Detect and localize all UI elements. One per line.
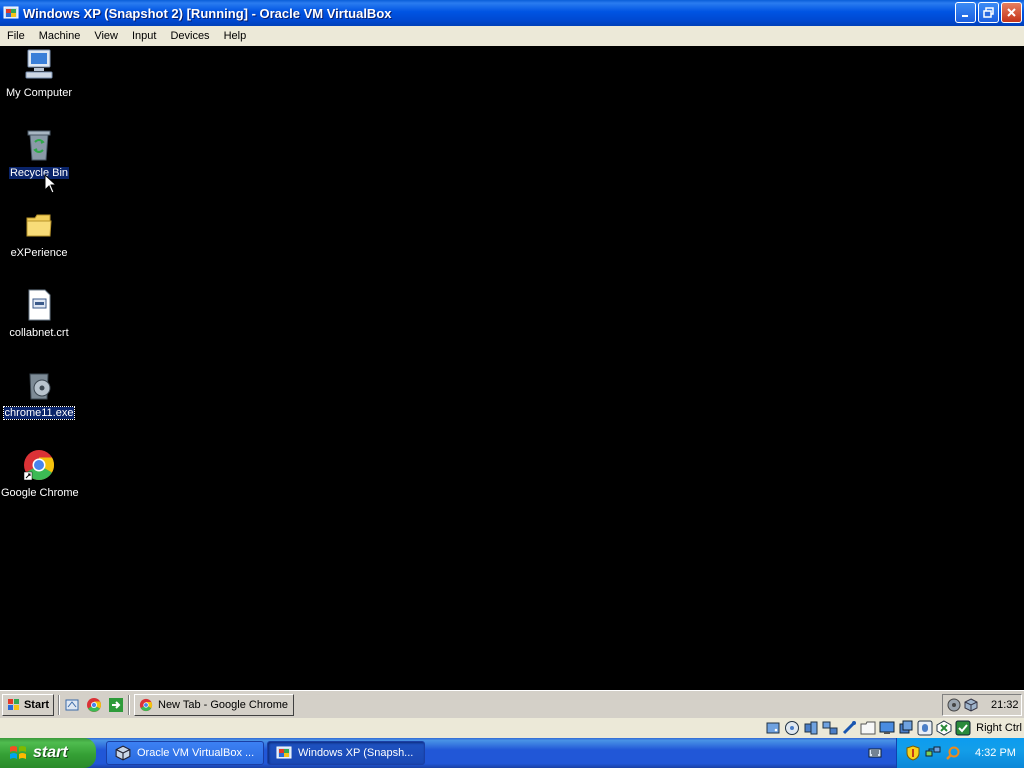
window-titlebar[interactable]: Windows XP (Snapshot 2) [Running] - Orac… bbox=[0, 0, 1024, 26]
host-start-button[interactable]: start bbox=[0, 738, 96, 768]
desktop-icon-recycle-bin[interactable]: Recycle Bin bbox=[0, 128, 78, 179]
guest-start-button[interactable]: Start bbox=[2, 693, 54, 716]
security-shield-icon[interactable] bbox=[905, 745, 921, 761]
desktop-icon-my-computer[interactable]: My Computer bbox=[0, 48, 78, 99]
desktop-icon-label: chrome11.exe bbox=[2, 406, 76, 420]
desktop-icon-label: Recycle Bin bbox=[8, 167, 70, 179]
restore-icon bbox=[983, 7, 994, 18]
network-icon[interactable] bbox=[925, 745, 941, 761]
close-icon bbox=[1007, 8, 1016, 17]
windows-logo-icon bbox=[10, 746, 26, 759]
folder-icon bbox=[26, 214, 52, 237]
mouse-pointer-icon bbox=[44, 174, 58, 194]
quick-launch bbox=[64, 697, 124, 713]
display-icon[interactable] bbox=[879, 720, 895, 736]
windows-logo-icon bbox=[7, 698, 19, 710]
virtualbox-vm-icon bbox=[3, 6, 19, 19]
host-task-windows-xp-vm[interactable]: Windows XP (Snapsh... bbox=[267, 741, 425, 765]
vm-status-bar: Right Ctrl bbox=[0, 718, 1024, 738]
close-button[interactable] bbox=[1001, 2, 1022, 23]
show-desktop-icon[interactable] bbox=[64, 697, 80, 713]
host-task-virtualbox-manager[interactable]: Oracle VM VirtualBox ... bbox=[106, 741, 264, 765]
chrome-icon bbox=[23, 450, 55, 481]
installer-icon bbox=[29, 373, 51, 400]
host-task-label: Oracle VM VirtualBox ... bbox=[137, 747, 255, 759]
windows-xp-icon bbox=[276, 746, 292, 759]
menubar: File Machine View Input Devices Help bbox=[0, 26, 1024, 46]
desktop-icon-label: eXPerience bbox=[10, 247, 68, 259]
minimize-icon bbox=[962, 15, 968, 17]
separator bbox=[128, 694, 130, 715]
network-icon[interactable] bbox=[947, 698, 961, 712]
menu-help[interactable]: Help bbox=[217, 30, 254, 42]
network-adapter-icon[interactable] bbox=[822, 720, 838, 736]
certificate-file-icon bbox=[28, 289, 51, 321]
host-system-tray: 4:32 PM bbox=[896, 738, 1024, 768]
my-computer-icon bbox=[25, 49, 53, 79]
keyboard-capture-icon[interactable] bbox=[955, 720, 971, 736]
capture-icon[interactable] bbox=[898, 720, 914, 736]
chrome-icon[interactable] bbox=[86, 697, 102, 713]
separator bbox=[58, 694, 60, 715]
desktop-icon-collabnet-crt[interactable]: collabnet.crt bbox=[0, 288, 78, 339]
cpu-icon[interactable] bbox=[936, 720, 952, 736]
menu-view[interactable]: View bbox=[87, 30, 125, 42]
guest-system-tray: 21:32 bbox=[942, 694, 1022, 716]
audio-icon[interactable] bbox=[803, 720, 819, 736]
optical-drive-icon[interactable] bbox=[784, 720, 800, 736]
menu-file[interactable]: File bbox=[0, 30, 32, 42]
shared-folders-icon[interactable] bbox=[860, 720, 876, 736]
desktop-icon-label: Google Chrome bbox=[1, 487, 79, 499]
desktop-icon-google-chrome[interactable]: Google Chrome bbox=[0, 448, 79, 499]
usb-icon[interactable] bbox=[841, 720, 857, 736]
guest-desktop[interactable]: My Computer Recycle Bin eXPerience colla… bbox=[0, 46, 1024, 690]
menu-machine[interactable]: Machine bbox=[32, 30, 88, 42]
guest-clock: 21:32 bbox=[991, 699, 1019, 711]
host-clock: 4:32 PM bbox=[975, 747, 1016, 759]
host-task-label: Windows XP (Snapsh... bbox=[298, 747, 414, 759]
host-key-label[interactable]: Right Ctrl bbox=[976, 722, 1022, 734]
menu-devices[interactable]: Devices bbox=[163, 30, 216, 42]
desktop-icon-label: My Computer bbox=[5, 87, 73, 99]
hard-disk-icon[interactable] bbox=[765, 720, 781, 736]
minimize-button[interactable] bbox=[955, 2, 976, 23]
search-icon[interactable] bbox=[945, 745, 961, 761]
chrome-icon bbox=[139, 698, 153, 711]
guest-task-chrome[interactable]: New Tab - Google Chrome bbox=[134, 693, 294, 716]
guest-task-label: New Tab - Google Chrome bbox=[158, 698, 289, 711]
arrow-icon[interactable] bbox=[108, 697, 124, 713]
virtualbox-icon bbox=[115, 745, 131, 761]
virtualbox-icon[interactable] bbox=[964, 698, 978, 712]
host-start-label: start bbox=[33, 744, 68, 761]
desktop-icon-chrome11-exe[interactable]: chrome11.exe bbox=[0, 368, 78, 420]
guest-start-label: Start bbox=[23, 698, 50, 711]
recycle-bin-icon bbox=[27, 130, 51, 161]
guest-taskbar: Start New Tab - Google Chrome 21:32 bbox=[0, 690, 1024, 718]
desktop-icon-experience[interactable]: eXPerience bbox=[0, 208, 78, 259]
restore-button[interactable] bbox=[978, 2, 999, 23]
desktop-icon-label: collabnet.crt bbox=[9, 327, 69, 339]
mouse-integration-icon[interactable] bbox=[917, 720, 933, 736]
window-title: Windows XP (Snapshot 2) [Running] - Orac… bbox=[23, 5, 392, 21]
keyboard-layout-icon[interactable] bbox=[868, 746, 882, 760]
menu-input[interactable]: Input bbox=[125, 30, 163, 42]
